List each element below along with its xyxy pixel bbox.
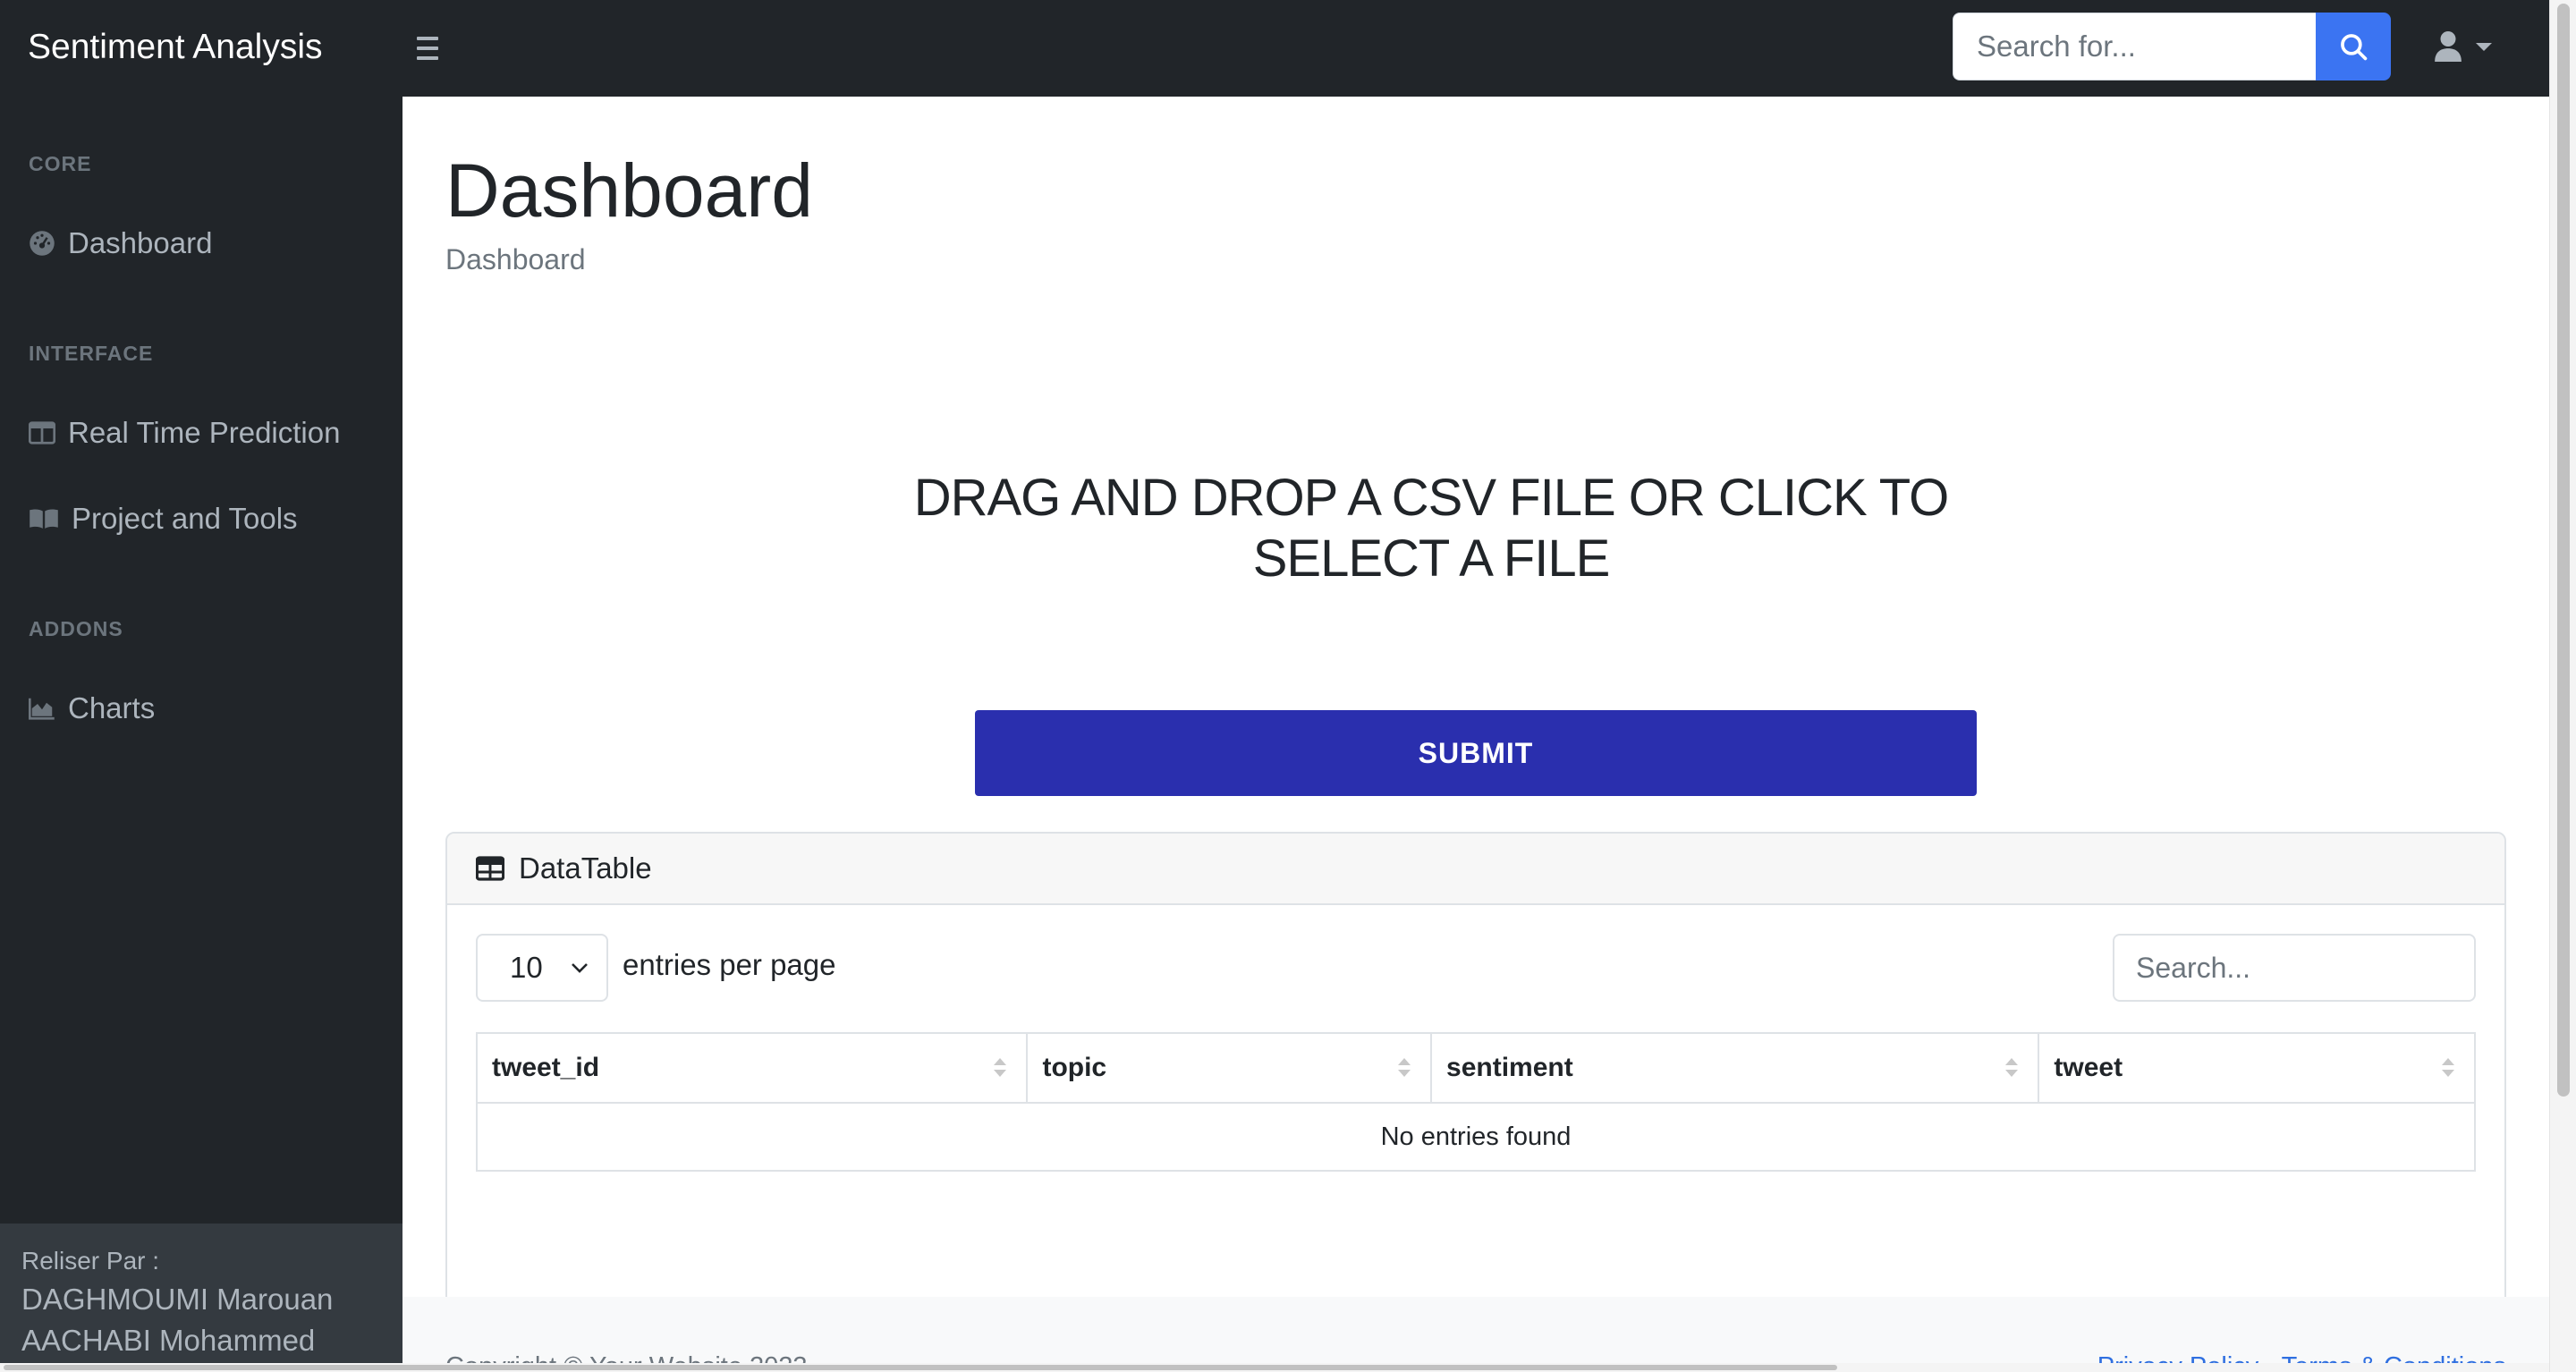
app-window: Sentiment Analysis CORE — [0, 0, 2576, 1372]
sidebar-item-dashboard[interactable]: Dashboard — [29, 226, 212, 260]
columns-icon — [29, 421, 55, 445]
dropzone-text-line1: DRAG AND DROP A CSV FILE OR CLICK TO — [913, 469, 1950, 527]
page-footer: Copyright © Your Website 2023 Privacy Po… — [402, 1297, 2549, 1372]
data-table: tweet_id topic sentiment tweet No entrie… — [475, 1032, 2476, 1172]
sidebar-item-charts[interactable]: Charts — [29, 691, 155, 725]
sort-icon — [2442, 1058, 2454, 1077]
navbar-search-input[interactable] — [1953, 13, 2316, 80]
author-name: DAGHMOUMI Marouan — [21, 1283, 334, 1316]
datatable-title: DataTable — [519, 851, 652, 885]
breadcrumb: Dashboard — [445, 243, 586, 275]
book-open-icon — [30, 509, 58, 529]
sidebar-item-label: Dashboard — [68, 226, 213, 259]
sidebar-heading-core: CORE — [29, 152, 92, 175]
sidebar-footer: Reliser Par : DAGHMOUMI Marouan AACHABI … — [0, 1224, 402, 1372]
page-title: Dashboard — [445, 148, 813, 233]
caret-down-icon — [2476, 42, 2492, 51]
vertical-scrollbar-thumb[interactable] — [2557, 4, 2570, 1097]
datatable-search-input[interactable] — [2113, 934, 2476, 1002]
tachometer-icon — [30, 231, 55, 256]
user-dropdown[interactable] — [2435, 27, 2492, 66]
sidebar-item-label: Charts — [68, 691, 156, 724]
sort-icon — [994, 1058, 1007, 1077]
table-row: No entries found — [476, 1102, 2476, 1172]
navbar-search-button[interactable] — [2316, 13, 2391, 80]
datatable-card-header: DataTable — [447, 834, 2504, 905]
sidebar-item-label: Real Time Prediction — [68, 416, 341, 449]
dropzone-text-line2: SELECT A FILE — [1252, 529, 1611, 588]
vertical-scrollbar[interactable] — [2549, 0, 2576, 1372]
sidebar: CORE Dashboard INTERFACE Real Time Predi… — [0, 97, 402, 1372]
navbar-search — [1953, 13, 2391, 80]
user-icon — [2435, 31, 2462, 62]
author-name: AACHABI Mohammed — [21, 1324, 316, 1357]
column-header-tweet-id[interactable]: tweet_id — [475, 1032, 1029, 1104]
brand-title[interactable]: Sentiment Analysis — [28, 25, 323, 70]
top-navbar: Sentiment Analysis — [0, 0, 2549, 97]
column-header-sentiment[interactable]: sentiment — [1430, 1032, 2040, 1104]
main-content: Dashboard Dashboard DRAG AND DROP A CSV … — [402, 97, 2549, 1372]
entries-per-page-select[interactable]: 10 — [476, 934, 608, 1002]
sidebar-toggle-button[interactable] — [417, 30, 444, 66]
table-header-row: tweet_id topic sentiment tweet — [475, 1032, 2476, 1104]
submit-button[interactable]: SUBMIT — [975, 710, 1977, 796]
entries-per-page-label: entries per page — [623, 948, 836, 981]
search-icon — [2341, 34, 2368, 61]
area-chart-icon — [29, 698, 55, 720]
table-icon — [476, 856, 504, 881]
chevron-down-icon — [571, 963, 588, 973]
horizontal-scrollbar[interactable] — [0, 1363, 2549, 1372]
entries-per-page-value: 10 — [510, 951, 543, 984]
empty-table-message: No entries found — [476, 1102, 2476, 1172]
horizontal-scrollbar-thumb[interactable] — [4, 1365, 1837, 1370]
sort-icon — [2005, 1058, 2019, 1077]
sidebar-item-real-time-prediction[interactable]: Real Time Prediction — [29, 416, 340, 450]
sidebar-item-project-and-tools[interactable]: Project and Tools — [29, 502, 298, 536]
column-header-topic[interactable]: topic — [1026, 1032, 1433, 1104]
column-header-tweet[interactable]: tweet — [2038, 1032, 2476, 1104]
hamburger-icon — [417, 37, 438, 40]
sort-icon — [1398, 1058, 1411, 1077]
datatable-card: DataTable 10 entries per page tweet_id — [445, 832, 2506, 1351]
sidebar-heading-interface: INTERFACE — [29, 342, 154, 365]
sidebar-footer-label: Reliser Par : — [21, 1247, 160, 1275]
sidebar-heading-addons: ADDONS — [29, 617, 123, 640]
csv-dropzone[interactable]: DRAG AND DROP A CSV FILE OR CLICK TO SEL… — [850, 468, 2012, 589]
sidebar-item-label: Project and Tools — [72, 502, 298, 535]
